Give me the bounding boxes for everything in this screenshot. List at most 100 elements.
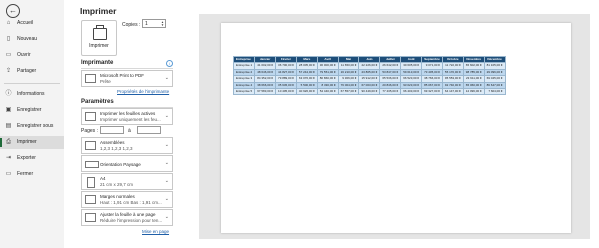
copies-spinner-icon[interactable]: ▲ ▼: [161, 21, 164, 27]
nav-item-save-as[interactable]: ▤ Enregistrer sous: [0, 120, 64, 133]
table-cell: 92 740,00 €: [441, 81, 464, 90]
nav-item-label: Fermer: [17, 171, 34, 177]
nav-item-label: Partager: [17, 68, 37, 74]
chevron-down-icon: ⌄: [164, 178, 169, 184]
nav-item-label: Exporter: [17, 155, 36, 161]
nav-item-label: Nouveau: [17, 36, 38, 42]
nav-item-new[interactable]: ▯ Nouveau: [0, 33, 64, 46]
pages-to-input[interactable]: [137, 126, 161, 134]
paper-size-select[interactable]: A4 21 cm x 29,7 cm ⌄: [81, 173, 173, 190]
pages-label: Pages :: [81, 128, 98, 134]
print-scope-line2: Imprimer uniquement les feu...: [100, 117, 161, 122]
nav-item-label: Informations: [17, 91, 45, 97]
printer-select[interactable]: Microsoft Print to PDF Prête ⌄: [81, 70, 173, 87]
paper-icon: [87, 177, 95, 188]
table-cell: 79 551,00 €: [316, 68, 339, 77]
table-cell: 55 170,00 €: [441, 68, 464, 77]
table-cell: Entreprise 1: [232, 62, 256, 70]
nav-item-print[interactable]: ⎙ Imprimer: [0, 136, 64, 149]
table-cell: 93 023,00 €: [400, 81, 423, 90]
close-folder-icon: ▭: [5, 171, 12, 177]
save-as-icon: ▤: [5, 123, 12, 129]
table-cell: 63 076,00 €: [295, 75, 318, 83]
nav-item-label: Enregistrer sous: [17, 123, 54, 129]
table-cell: 84 352,00 €: [254, 75, 277, 83]
table-cell: 65 060,00 €: [462, 81, 485, 90]
pages-from-input[interactable]: [100, 126, 124, 134]
nav-item-info[interactable]: ⓘ Informations: [0, 88, 64, 101]
chevron-down-icon: ⌄: [164, 160, 169, 166]
table-cell: 15 912,00 €: [358, 75, 381, 83]
nav-item-open[interactable]: ▭ Ouvrir: [0, 49, 64, 62]
nav-item-label: Accueil: [17, 20, 34, 26]
sheet-icon: [85, 112, 96, 121]
table-cell: 40 926,00 €: [295, 87, 318, 96]
nav-item-home[interactable]: ⌂ Accueil: [0, 17, 64, 30]
chevron-down-icon: ⌄: [164, 75, 169, 81]
table-cell: 26 642,00 €: [379, 62, 402, 70]
nav-item-share[interactable]: ⇪ Partager: [0, 65, 64, 78]
preview-table: Entreprise Janvier Février Mars Avril Mai Juin…: [232, 55, 506, 96]
print-button[interactable]: Imprimer: [81, 20, 117, 56]
collation-line2: 1,2,3 1,2,3 1,2,3: [100, 146, 133, 151]
paper-size-line2: 21 cm x 29,7 cm: [100, 182, 134, 187]
collation-select[interactable]: Assemblées 1,2,3 1,2,3 1,2,3 ⌄: [81, 137, 173, 154]
table-cell: Entreprise 3: [232, 75, 256, 83]
margins-line1: Marges normales: [100, 194, 135, 199]
table-cell: 65 602,00 €: [462, 62, 485, 70]
scaling-select[interactable]: Ajuster la feuille à une page Réduire l'…: [81, 209, 173, 226]
settings-heading: Paramètres: [81, 99, 114, 105]
margins-icon: [85, 195, 96, 204]
printer-properties-link[interactable]: Propriétés de l'imprimante: [117, 89, 169, 94]
nav-item-label: Ouvrir: [17, 52, 31, 58]
margins-line2: Haut : 1,91 cm Bas : 1,91 cm...: [100, 200, 162, 205]
back-arrow-icon[interactable]: ←: [6, 4, 20, 18]
landscape-icon: [85, 161, 99, 168]
table-cell: Entreprise 4: [232, 81, 256, 90]
scaling-line2: Réduire l'impression pour ten...: [100, 218, 163, 223]
chevron-down-icon: ⌄: [164, 214, 169, 220]
save-icon: ▣: [5, 107, 12, 113]
nav-item-export[interactable]: ⇥ Exporter: [0, 152, 64, 165]
preview-page: Entreprise Janvier Février Mars Avril Mai Juin…: [221, 23, 571, 233]
paper-size-line1: A4: [100, 176, 106, 181]
printer-status: Prête: [100, 79, 111, 84]
table-cell: Entreprise 5: [232, 87, 256, 96]
nav-item-close[interactable]: ▭ Fermer: [0, 168, 64, 181]
table-header-cell: Novembre: [462, 55, 485, 64]
fit-to-page-icon: [85, 213, 96, 222]
print-button-label: Imprimer: [89, 43, 109, 49]
table-cell: 28 005,00 €: [295, 62, 318, 70]
home-icon: ⌂: [6, 20, 11, 26]
nav-item-label: Imprimer: [17, 139, 37, 145]
nav-item-save[interactable]: ▣ Enregistrer: [0, 104, 64, 117]
table-cell: 69 045,00 €: [483, 75, 506, 83]
print-scope-select[interactable]: Imprimer les feuilles actives Imprimer u…: [81, 108, 173, 125]
info-icon[interactable]: i: [166, 60, 173, 67]
page-setup-link[interactable]: Mise en page: [142, 229, 169, 234]
printer-icon: [93, 25, 107, 40]
table-cell: 54 440,00 €: [316, 87, 339, 96]
info-icon: ⓘ: [5, 91, 12, 97]
table-cell: 95 553,00 €: [441, 75, 464, 83]
table-cell: 20 846,00 €: [379, 81, 402, 90]
table-cell: 36 700,00 €: [275, 62, 297, 70]
copies-input[interactable]: 1 ▲ ▼: [142, 19, 166, 28]
table-cell: 10 405,00 €: [275, 87, 297, 96]
table-cell: 29 096,00 €: [483, 68, 506, 77]
table-cell: 30 605,00 €: [400, 62, 423, 70]
collated-pages-icon: [85, 141, 96, 150]
table-cell: 16 210,00 €: [337, 68, 360, 77]
table-cell: 53 847,00 €: [379, 68, 402, 77]
table-cell: 11 722,00 €: [441, 62, 464, 70]
table-cell: 67 557,00 €: [337, 87, 360, 96]
table-cell: 85 067,00 €: [421, 81, 443, 90]
table-cell: 73 405,00 €: [421, 68, 443, 77]
orientation-select[interactable]: Orientation Paysage ⌄: [81, 155, 173, 172]
table-cell: 65 536,00 €: [379, 75, 402, 83]
printer-icon: ⎙: [6, 139, 11, 145]
export-icon: ⇥: [5, 155, 12, 161]
table-cell: 57 244,00 €: [295, 68, 318, 77]
printer-name: Microsoft Print to PDF: [100, 73, 145, 78]
margins-select[interactable]: Marges normales Haut : 1,91 cm Bas : 1,9…: [81, 191, 173, 208]
